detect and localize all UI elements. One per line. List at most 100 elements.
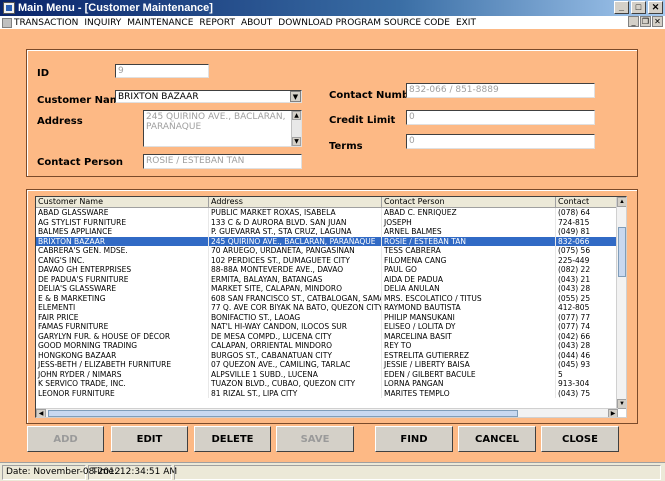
table-cell: 5 xyxy=(556,369,618,379)
table-row[interactable]: ELEMENTI 77 Q. AVE COR BIYAK NA BATO, QUE… xyxy=(36,303,618,313)
mdi-minimize-button[interactable]: _ xyxy=(628,16,639,27)
table-cell: (077) 77 xyxy=(556,312,618,322)
cancel-button[interactable]: CANCEL xyxy=(458,426,536,452)
table-cell: ESTRELITA GUTIERREZ xyxy=(382,350,556,360)
table-cell: DE MESA COMPD., LUCENA CITY xyxy=(209,331,382,341)
table-cell: MARITES TEMPLO xyxy=(382,388,556,398)
table-row[interactable]: DE PADUA'S FURNITURE ERMITA, BALAYAN, BAT… xyxy=(36,274,618,284)
close-window-button[interactable]: ✕ xyxy=(648,1,663,14)
menu-inquiry[interactable]: INQUIRY xyxy=(84,18,121,28)
table-cell: MRS. ESCOLATICO / TITUS xyxy=(382,293,556,303)
status-empty-pane xyxy=(174,464,661,480)
table-cell: (045) 93 xyxy=(556,360,618,370)
table-row[interactable]: JESS-BETH / ELIZABETH FURNITURE 07 QUEZON… xyxy=(36,360,618,370)
minimize-button[interactable]: _ xyxy=(614,1,629,14)
address-scrollbar[interactable]: ▲ ▼ xyxy=(291,111,301,146)
mdi-close-button[interactable]: ✕ xyxy=(652,16,663,27)
table-row[interactable]: CANG'S INC. 102 PERDICES ST., DUMAGUETE C… xyxy=(36,255,618,265)
table-cell: 724-815 xyxy=(556,217,618,227)
table-cell: FILOMENA CANG xyxy=(382,255,556,265)
menu-maintenance[interactable]: MAINTENANCE xyxy=(127,18,193,28)
add-button[interactable]: ADD xyxy=(27,426,104,452)
table-row[interactable]: K SERVICO TRADE, INC. TUAZON BLVD., CUBAO… xyxy=(36,379,618,389)
table-cell: JOHN RYDER / NIMARS xyxy=(36,369,209,379)
scroll-up-icon[interactable]: ▲ xyxy=(617,197,626,207)
menu-exit[interactable]: EXIT xyxy=(456,18,476,28)
table-row[interactable]: JOHN RYDER / NIMARS ALPSVILLE 1 SUBD., LU… xyxy=(36,369,618,379)
scroll-down-icon[interactable]: ▼ xyxy=(617,399,626,409)
table-cell: DAVAO GH ENTERPRISES xyxy=(36,265,209,275)
table-cell: 412-805 xyxy=(556,303,618,313)
menu-about[interactable]: ABOUT xyxy=(241,18,272,28)
table-row[interactable]: E & B MARKETING 608 SAN FRANCISCO ST., CA… xyxy=(36,293,618,303)
table-row[interactable]: DAVAO GH ENTERPRISES 88-88A MONTEVERDE AV… xyxy=(36,265,618,275)
scroll-up-icon[interactable]: ▲ xyxy=(292,111,301,120)
table-cell: RAYMOND BAUTISTA xyxy=(382,303,556,313)
table-row[interactable]: ABAD GLASSWARE PUBLIC MARKET ROXAS, ISABE… xyxy=(36,208,618,218)
id-field[interactable]: 9 xyxy=(115,64,209,78)
table-row[interactable]: GARYLYN FUR. & HOUSE OF DÉCOR DE MESA COM… xyxy=(36,331,618,341)
title-bar[interactable]: Main Menu - [Customer Maintenance] _ □ ✕ xyxy=(0,0,665,16)
table-cell: ELISEO / LOLITA DY xyxy=(382,322,556,332)
status-time: Time: 12:34:51 AM xyxy=(88,464,177,480)
table-cell: CALAPAN, ORRIENTAL MINDORO xyxy=(209,341,382,351)
table-cell: BONIFACTIO ST., LAOAG xyxy=(209,312,382,322)
table-cell: (043) 28 xyxy=(556,284,618,294)
scroll-left-icon[interactable]: ◀ xyxy=(36,409,46,417)
column-header-contact-person[interactable]: Contact Person xyxy=(382,197,556,208)
table-cell: E & B MARKETING xyxy=(36,293,209,303)
table-cell: (042) 66 xyxy=(556,331,618,341)
customer-name-combo[interactable]: BRIXTON BAZAAR ▼ xyxy=(115,90,302,103)
status-bar: Date: November-08-2012 Time: 12:34:51 AM xyxy=(0,462,665,481)
credit-limit-label: Credit Limit xyxy=(329,115,396,126)
credit-limit-field[interactable]: 0 xyxy=(406,110,595,125)
table-row[interactable]: FAMAS FURNITURE NAT'L HI-WAY CANDON, ILOC… xyxy=(36,322,618,332)
table-cell: JESSIE / LIBERTY BAISA xyxy=(382,360,556,370)
menu-transaction[interactable]: TRANSACTION xyxy=(14,18,78,28)
close-button[interactable]: CLOSE xyxy=(541,426,619,452)
column-header-customer-name[interactable]: Customer Name xyxy=(36,197,209,208)
column-header-contact[interactable]: Contact xyxy=(556,197,618,208)
table-row[interactable]: GOOD MORNING TRADING CALAPAN, ORRIENTAL M… xyxy=(36,341,618,351)
scroll-down-icon[interactable]: ▼ xyxy=(292,137,301,146)
table-row[interactable]: AG STYLIST FURNITURE 133 C & D AURORA BLV… xyxy=(36,217,618,227)
delete-button[interactable]: DELETE xyxy=(194,426,271,452)
contact-person-label: Contact Person xyxy=(37,157,124,168)
scroll-right-icon[interactable]: ▶ xyxy=(608,409,618,417)
edit-button[interactable]: EDIT xyxy=(111,426,188,452)
grid-header: Customer Name Address Contact Person Con… xyxy=(36,197,618,208)
table-cell: LORNA PANGAN xyxy=(382,379,556,389)
table-cell: BALMES APPLIANCE xyxy=(36,227,209,237)
table-row[interactable]: FAIR PRICE BONIFACTIO ST., LAOAG PHILIP MA… xyxy=(36,312,618,322)
table-row[interactable]: BALMES APPLIANCE P. GUEVARRA ST., STA CRU… xyxy=(36,227,618,237)
table-cell: ABAD C. ENRIQUEZ xyxy=(382,208,556,218)
contact-person-field[interactable]: ROSIE / ESTEBAN TAN xyxy=(143,154,302,169)
app-icon[interactable] xyxy=(3,2,15,14)
mdi-child-icon[interactable] xyxy=(2,17,12,28)
terms-field[interactable]: 0 xyxy=(406,134,595,149)
chevron-down-icon[interactable]: ▼ xyxy=(290,91,301,102)
table-cell: P. GUEVARRA ST., STA CRUZ, LAGUNA xyxy=(209,227,382,237)
contact-number-field[interactable]: 832-066 / 851-8889 xyxy=(406,83,595,98)
customer-grid[interactable]: Customer Name Address Contact Person Con… xyxy=(35,196,627,418)
table-cell: CABRERA'S GEN. MDSE. xyxy=(36,246,209,256)
menu-report[interactable]: REPORT xyxy=(199,18,235,28)
grid-horizontal-scrollbar[interactable]: ◀ ▶ xyxy=(36,408,618,417)
table-row[interactable]: CABRERA'S GEN. MDSE. 70 ARUEGO, URDANETA,… xyxy=(36,246,618,256)
scroll-thumb[interactable] xyxy=(618,227,626,277)
table-row[interactable]: LEONOR FURNITURE 81 RIZAL ST., LIPA CITY M… xyxy=(36,388,618,398)
table-cell: ARNEL BALMES xyxy=(382,227,556,237)
column-header-address[interactable]: Address xyxy=(209,197,382,208)
table-row[interactable]: BRIXTON BAZAAR 245 QUIRINO AVE., BACLARAN… xyxy=(36,236,618,246)
grid-vertical-scrollbar[interactable]: ▲ ▼ xyxy=(616,197,626,409)
maximize-button[interactable]: □ xyxy=(631,1,646,14)
scroll-thumb[interactable] xyxy=(48,410,518,417)
table-row[interactable]: DELIA'S GLASSWARE MARKET SITE, CALAPAN, M… xyxy=(36,284,618,294)
address-field[interactable]: 245 QUIRINO AVE., BACLARAN, PARAÑAQUE ▲ … xyxy=(143,110,302,147)
table-row[interactable]: HONGKONG BAZAAR BURGOS ST., CABANATUAN CI… xyxy=(36,350,618,360)
save-button[interactable]: SAVE xyxy=(276,426,354,452)
menu-download-source[interactable]: DOWNLOAD PROGRAM SOURCE CODE xyxy=(278,18,450,28)
table-cell: JOSEPH xyxy=(382,217,556,227)
mdi-restore-button[interactable]: ❐ xyxy=(640,16,651,27)
find-button[interactable]: FIND xyxy=(375,426,453,452)
